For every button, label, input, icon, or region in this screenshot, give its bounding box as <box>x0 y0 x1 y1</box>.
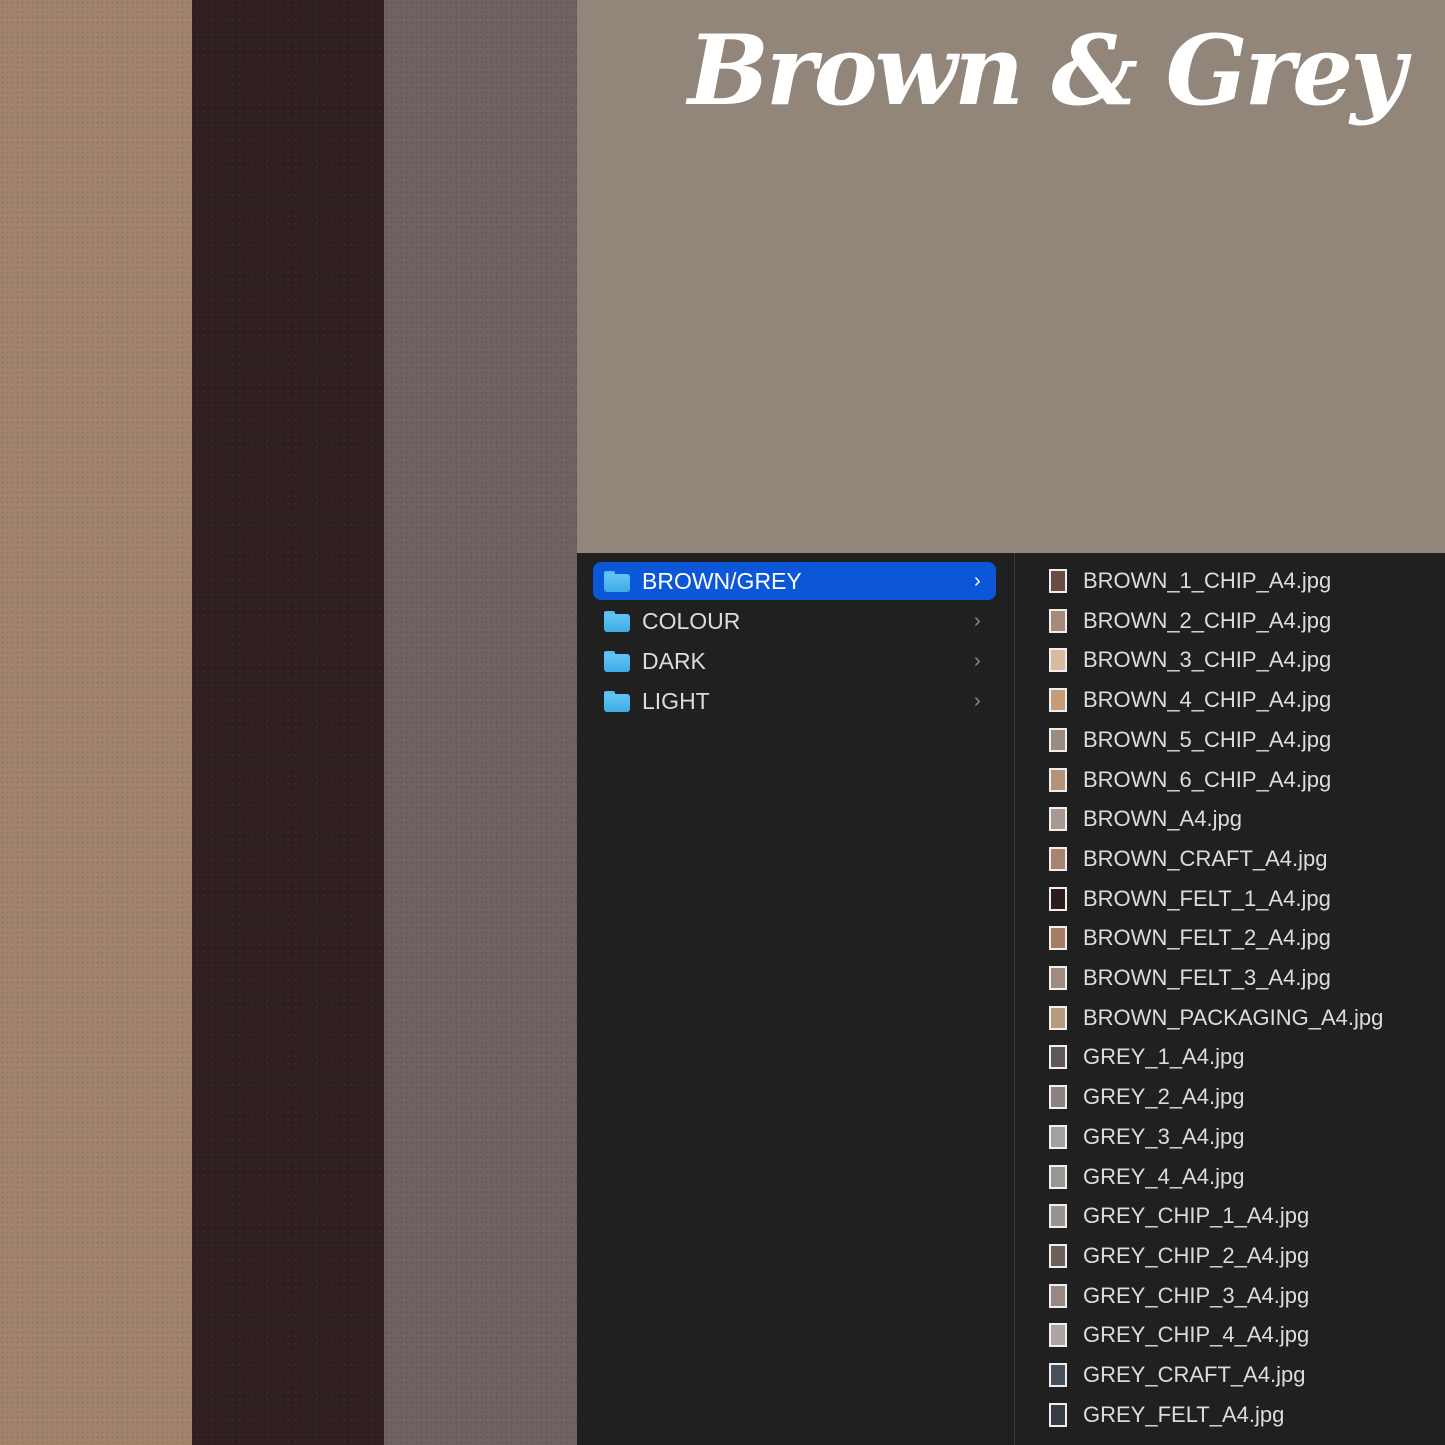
file-name: BROWN_4_CHIP_A4.jpg <box>1083 687 1332 713</box>
folder-item-light[interactable]: LIGHT › <box>593 682 996 720</box>
file-item[interactable]: GREY_1_A4.jpg <box>1015 1038 1445 1076</box>
folder-column: BROWN/GREY › COLOUR › DARK › LIGHT › <box>577 553 1015 1445</box>
folder-label: DARK <box>642 647 706 674</box>
image-thumbnail-icon <box>1049 1085 1067 1110</box>
image-thumbnail-icon <box>1049 807 1067 832</box>
file-name: BROWN_2_CHIP_A4.jpg <box>1083 607 1332 633</box>
image-thumbnail-icon <box>1049 1124 1067 1149</box>
folder-item-dark[interactable]: DARK › <box>593 642 996 680</box>
file-item[interactable]: BROWN_3_CHIP_A4.jpg <box>1015 641 1445 679</box>
image-thumbnail-icon <box>1049 886 1067 911</box>
page-title: Brown & Grey <box>687 14 1406 127</box>
folder-icon <box>604 690 630 712</box>
image-thumbnail-icon <box>1049 1243 1067 1268</box>
image-thumbnail-icon <box>1049 767 1067 792</box>
chevron-right-icon: › <box>974 689 981 712</box>
file-name: GREY_CHIP_3_A4.jpg <box>1083 1282 1310 1308</box>
file-name: GREY_2_A4.jpg <box>1083 1084 1245 1110</box>
image-thumbnail-icon <box>1049 1323 1067 1348</box>
image-thumbnail-icon <box>1049 727 1067 752</box>
file-name: GREY_FELT_A4.jpg <box>1083 1401 1285 1427</box>
file-item[interactable]: BROWN_6_CHIP_A4.jpg <box>1015 761 1445 799</box>
image-thumbnail-icon <box>1049 966 1067 990</box>
file-name: BROWN_CRAFT_A4.jpg <box>1083 845 1328 871</box>
image-thumbnail-icon <box>1049 1363 1067 1387</box>
chevron-right-icon: › <box>974 569 981 592</box>
file-name: BROWN_FELT_2_A4.jpg <box>1083 925 1331 951</box>
file-item[interactable]: BROWN_A4.jpg <box>1015 800 1445 838</box>
file-name: BROWN_3_CHIP_A4.jpg <box>1083 647 1332 673</box>
file-name: BROWN_FELT_1_A4.jpg <box>1083 885 1331 911</box>
file-item[interactable]: BROWN_4_CHIP_A4.jpg <box>1015 681 1445 719</box>
file-item[interactable]: BROWN_FELT_1_A4.jpg <box>1015 880 1445 918</box>
file-item[interactable]: BROWN_CRAFT_A4.jpg <box>1015 840 1445 878</box>
hero-panel: Brown & Grey <box>577 0 1445 553</box>
image-thumbnail-icon <box>1049 1402 1067 1427</box>
chevron-right-icon: › <box>974 649 981 672</box>
image-thumbnail-icon <box>1049 926 1067 951</box>
file-name: BROWN_A4.jpg <box>1083 806 1242 832</box>
folder-item-colour[interactable]: COLOUR › <box>593 602 996 640</box>
folder-item-brown-grey[interactable]: BROWN/GREY › <box>593 562 996 600</box>
grey-brown-swatch <box>384 0 577 1445</box>
file-name: GREY_CHIP_1_A4.jpg <box>1083 1203 1310 1229</box>
image-thumbnail-icon <box>1049 569 1067 593</box>
file-name: BROWN_6_CHIP_A4.jpg <box>1083 766 1332 792</box>
file-name: GREY_4_A4.jpg <box>1083 1163 1245 1189</box>
file-item[interactable]: GREY_CHIP_2_A4.jpg <box>1015 1237 1445 1275</box>
file-item[interactable]: GREY_CRAFT_A4.jpg <box>1015 1356 1445 1394</box>
dark-brown-felt-swatch <box>192 0 384 1445</box>
kraft-brown-swatch <box>0 0 192 1445</box>
file-item[interactable]: BROWN_1_CHIP_A4.jpg <box>1015 562 1445 600</box>
image-thumbnail-icon <box>1049 648 1067 673</box>
image-thumbnail-icon <box>1049 1283 1067 1308</box>
file-name: BROWN_5_CHIP_A4.jpg <box>1083 726 1332 752</box>
image-thumbnail-icon <box>1049 846 1067 871</box>
finder-window: BROWN/GREY › COLOUR › DARK › LIGHT › BROWN_1_CH… <box>577 553 1445 1445</box>
image-thumbnail-icon <box>1049 1005 1067 1030</box>
file-item[interactable]: GREY_4_A4.jpg <box>1015 1158 1445 1196</box>
folder-label: BROWN/GREY <box>642 567 802 594</box>
file-item[interactable]: BROWN_PACKAGING_A4.jpg <box>1015 999 1445 1037</box>
folder-icon <box>604 610 630 632</box>
file-name: BROWN_PACKAGING_A4.jpg <box>1083 1004 1384 1030</box>
image-thumbnail-icon <box>1049 688 1067 713</box>
file-item[interactable]: BROWN_5_CHIP_A4.jpg <box>1015 721 1445 759</box>
file-item[interactable]: BROWN_FELT_2_A4.jpg <box>1015 919 1445 957</box>
image-thumbnail-icon <box>1049 1164 1067 1189</box>
file-item[interactable]: BROWN_2_CHIP_A4.jpg <box>1015 602 1445 640</box>
file-item[interactable]: GREY_CHIP_1_A4.jpg <box>1015 1197 1445 1235</box>
folder-label: LIGHT <box>642 687 710 714</box>
file-column: BROWN_1_CHIP_A4.jpg BROWN_2_CHIP_A4.jpg BR… <box>1015 553 1445 1445</box>
file-item[interactable]: BROWN_FELT_3_A4.jpg <box>1015 959 1445 997</box>
file-item[interactable]: GREY_CHIP_4_A4.jpg <box>1015 1316 1445 1354</box>
folder-icon <box>604 650 630 672</box>
file-name: GREY_CRAFT_A4.jpg <box>1083 1362 1306 1387</box>
file-item[interactable]: GREY_2_A4.jpg <box>1015 1078 1445 1116</box>
canvas: Brown & Grey BROWN/GREY › COLOUR › DARK › LIGH… <box>0 0 1445 1445</box>
file-name: GREY_CHIP_4_A4.jpg <box>1083 1322 1310 1348</box>
file-name: GREY_3_A4.jpg <box>1083 1123 1245 1149</box>
image-thumbnail-icon <box>1049 608 1067 633</box>
chevron-right-icon: › <box>974 609 981 632</box>
image-thumbnail-icon <box>1049 1045 1067 1070</box>
folder-label: COLOUR <box>642 607 741 634</box>
file-item[interactable]: GREY_CHIP_3_A4.jpg <box>1015 1277 1445 1315</box>
file-name: BROWN_1_CHIP_A4.jpg <box>1083 568 1332 593</box>
file-name: GREY_1_A4.jpg <box>1083 1044 1245 1070</box>
image-thumbnail-icon <box>1049 1204 1067 1229</box>
file-item[interactable]: GREY_FELT_A4.jpg <box>1015 1396 1445 1434</box>
file-name: GREY_CHIP_2_A4.jpg <box>1083 1242 1310 1268</box>
folder-icon <box>604 570 630 592</box>
file-item[interactable]: GREY_3_A4.jpg <box>1015 1118 1445 1156</box>
file-name: BROWN_FELT_3_A4.jpg <box>1083 965 1331 990</box>
